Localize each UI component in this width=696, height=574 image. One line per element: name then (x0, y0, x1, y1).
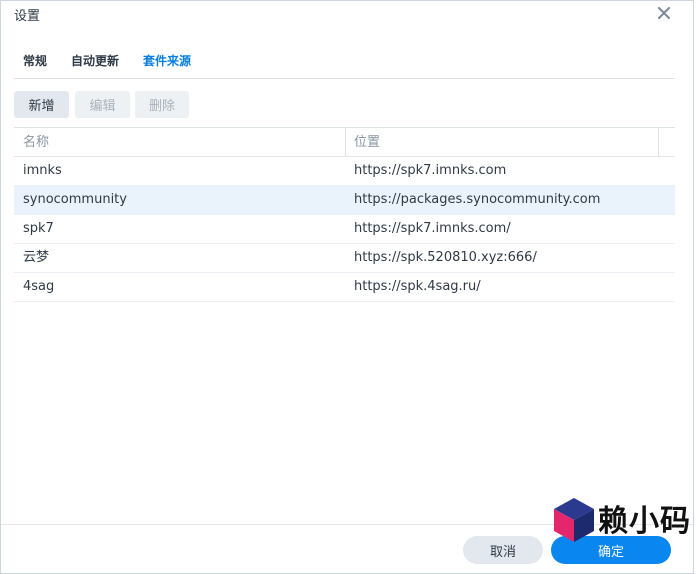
row-name: 4sag (23, 279, 55, 294)
settings-dialog: 设置 常规 自动更新 套件来源 新增 编辑 删除 名称 位置 imnks htt… (0, 0, 694, 574)
row-name: spk7 (23, 221, 54, 236)
tab-bar: 常规 自动更新 套件来源 (14, 45, 675, 79)
column-separator[interactable] (658, 128, 659, 157)
row-location: https://spk.4sag.ru/ (354, 279, 481, 294)
watermark-text: 赖小码 (598, 504, 691, 539)
delete-button[interactable]: 删除 (135, 91, 189, 118)
row-location: https://spk7.imnks.com (354, 163, 507, 178)
column-header-location[interactable]: 位置 (345, 128, 658, 157)
table-row[interactable]: spk7 https://spk7.imnks.com/ (14, 215, 675, 244)
column-header-name[interactable]: 名称 (14, 128, 345, 157)
watermark: 赖小码 (552, 496, 694, 544)
table-row[interactable]: synocommunity https://packages.synocommu… (14, 186, 675, 215)
table-row[interactable]: imnks https://spk7.imnks.com (14, 157, 675, 186)
cancel-button[interactable]: 取消 (463, 536, 543, 564)
table-header: 名称 位置 (14, 127, 675, 157)
row-name: 云梦 (23, 250, 50, 265)
row-location: https://spk7.imnks.com/ (354, 221, 511, 236)
table-row[interactable]: 4sag https://spk.4sag.ru/ (14, 273, 675, 302)
close-icon[interactable] (655, 4, 673, 22)
dialog-title: 设置 (14, 9, 41, 24)
row-location: https://packages.synocommunity.com (354, 192, 601, 207)
cube-logo-icon (554, 498, 594, 542)
title-bar: 设置 (1, 1, 693, 31)
add-button[interactable]: 新增 (14, 91, 69, 118)
tab-package-sources[interactable]: 套件来源 (143, 52, 191, 69)
tab-general[interactable]: 常规 (23, 52, 47, 69)
row-name: imnks (23, 163, 62, 178)
row-location: https://spk.520810.xyz:666/ (354, 250, 537, 265)
tab-auto-update[interactable]: 自动更新 (71, 52, 119, 69)
edit-button[interactable]: 编辑 (75, 91, 130, 118)
table-row[interactable]: 云梦 https://spk.520810.xyz:666/ (14, 244, 675, 273)
package-source-table: 名称 位置 imnks https://spk7.imnks.com synoc… (14, 127, 675, 302)
row-name: synocommunity (23, 192, 127, 207)
